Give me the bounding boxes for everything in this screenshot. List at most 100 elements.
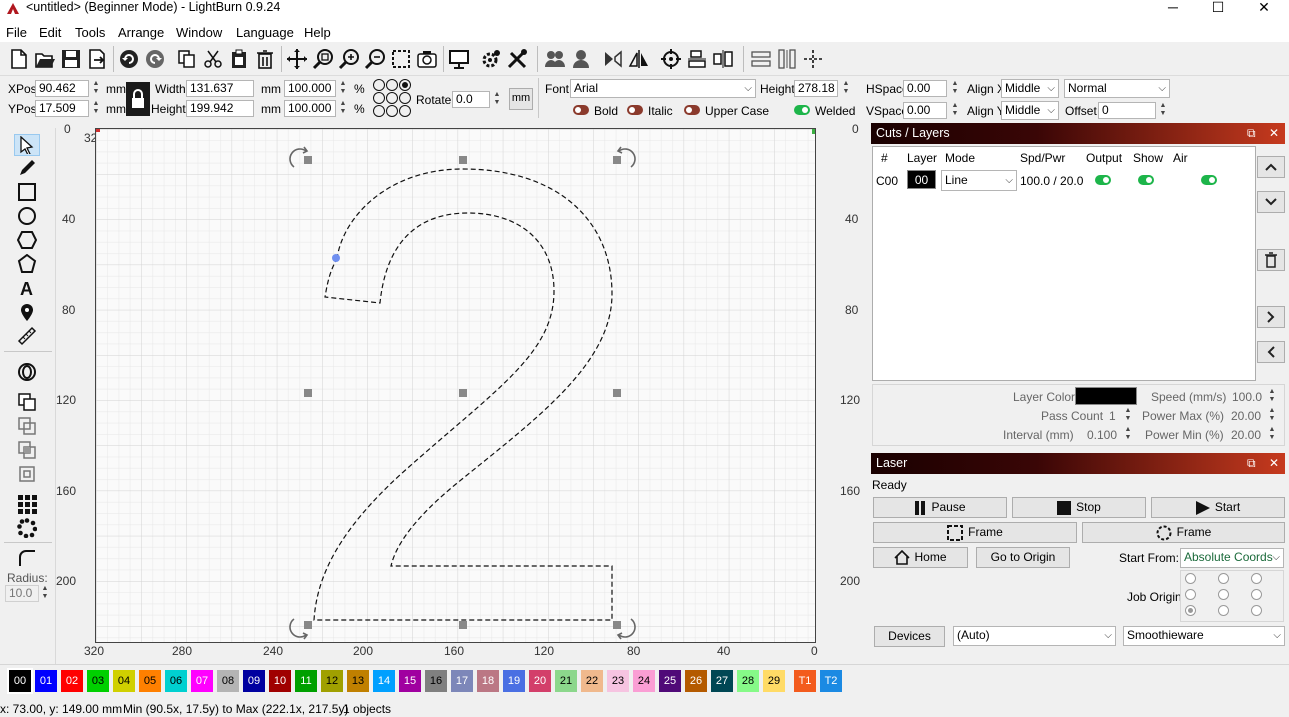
start-from-select[interactable]: Absolute Coords ⌵ [1180,548,1284,568]
move-layer-down-button[interactable] [1257,191,1285,213]
job-origin-radio[interactable] [1251,605,1262,616]
job-origin-radio[interactable] [1218,589,1229,600]
ungroup-icon[interactable] [568,46,594,72]
job-origin-radio[interactable] [1251,589,1262,600]
boolean-union-icon[interactable] [14,391,40,413]
palette-swatch-08[interactable]: 08 [217,670,239,692]
maximize-button[interactable]: ☐ [1195,0,1241,16]
layer-color-swatch[interactable] [1075,387,1137,405]
settings-gear-icon[interactable] [478,46,504,72]
home-button[interactable]: Home [873,547,968,568]
scale-height-spinner[interactable]: ▲ ▼ [337,100,349,117]
node-point[interactable] [332,254,340,262]
machine-settings-icon[interactable] [504,46,530,72]
go-to-origin-button[interactable]: Go to Origin [976,547,1070,568]
palette-swatch-17[interactable]: 17 [451,670,473,692]
cut-icon[interactable] [200,46,226,72]
delete-icon[interactable] [252,46,278,72]
measure-tool-icon[interactable] [14,325,40,347]
palette-swatch-23[interactable]: 23 [607,670,629,692]
palette-swatch-26[interactable]: 26 [685,670,707,692]
palette-swatch-09[interactable]: 09 [243,670,265,692]
menu-arrange[interactable]: Arrange [118,25,164,40]
ellipse-tool-icon[interactable] [14,205,40,227]
palette-swatch-07[interactable]: 07 [191,670,213,692]
grid-array-icon[interactable] [14,493,40,515]
job-origin-radio[interactable] [1218,605,1229,616]
paste-icon[interactable] [226,46,252,72]
offset-spinner[interactable]: ▲ ▼ [1157,102,1169,119]
circular-array-icon[interactable] [14,517,40,539]
rotate-spinner[interactable]: ▲ ▼ [491,91,503,108]
alignx-select[interactable]: Middle ⌵ [1001,79,1059,98]
rotate-field[interactable]: 0.0 [452,91,490,108]
job-origin-radio[interactable] [1251,573,1262,584]
layer-color-chip[interactable]: 00 [907,170,936,189]
power-max-spinner[interactable]: ▲ ▼ [1266,407,1278,424]
palette-swatch-10[interactable]: 10 [269,670,291,692]
radius-field[interactable]: 10.0 [5,585,39,602]
bold-toggle[interactable] [573,105,589,115]
stop-button[interactable]: Stop [1012,497,1146,518]
canvas-svg[interactable] [96,129,816,643]
pan-icon[interactable] [284,46,310,72]
speed-spinner[interactable]: ▲ ▼ [1266,388,1278,405]
boolean-subtract-icon[interactable] [14,415,40,437]
zoom-to-page-icon[interactable] [310,46,336,72]
width-field[interactable]: 131.637 [186,80,254,97]
layers-table[interactable]: # Layer Mode Spd/Pwr Output Show Air C00… [872,146,1256,381]
polygon-tool-icon[interactable] [14,229,40,251]
palette-swatch-00[interactable]: 00 [7,668,33,694]
pause-button[interactable]: Pause [873,497,1007,518]
frame-circle-button[interactable]: Frame [1082,522,1285,543]
layer-output-toggle[interactable] [1095,175,1111,185]
draw-lines-icon[interactable] [14,157,40,179]
close-panel-icon[interactable]: ✕ [1269,123,1279,144]
undo-icon[interactable] [116,46,142,72]
palette-swatch-15[interactable]: 15 [399,670,421,692]
palette-swatch-29[interactable]: 29 [763,670,785,692]
table-row[interactable]: C00 00 Line ⌵ 100.0 / 20.0 [873,168,1255,192]
device-select[interactable]: (Auto) ⌵ [953,626,1116,646]
palette-swatch-11[interactable]: 11 [295,670,317,692]
position-laser-icon[interactable] [14,301,40,323]
job-origin-radio[interactable] [1185,589,1196,600]
select-tool-icon[interactable] [14,134,40,156]
palette-swatch-28[interactable]: 28 [737,670,759,692]
flip-horizontal-icon[interactable] [600,46,626,72]
minimize-button[interactable]: ─ [1150,0,1196,16]
pentagon-tool-icon[interactable] [14,253,40,275]
weld-icon[interactable] [14,463,40,485]
aligny-select[interactable]: Middle ⌵ [1001,101,1059,120]
collapse-panel-button[interactable] [1257,341,1285,363]
close-panel-icon[interactable]: ✕ [1269,453,1279,474]
palette-swatch-06[interactable]: 06 [165,670,187,692]
align-center-icon[interactable] [684,46,710,72]
interval-spinner[interactable]: ▲ ▼ [1122,426,1134,443]
palette-swatch-24[interactable]: 24 [633,670,655,692]
boolean-intersect-icon[interactable] [14,439,40,461]
move-to-position-icon[interactable] [800,46,826,72]
frame-rect-button[interactable]: Frame [873,522,1077,543]
palette-swatch-T1[interactable]: T1 [794,670,816,692]
xpos-spinner[interactable]: ▲ ▼ [90,80,102,97]
mirror-icon[interactable] [626,46,652,72]
delete-layer-button[interactable] [1257,249,1285,271]
palette-swatch-19[interactable]: 19 [503,670,525,692]
job-origin-radio-selected[interactable] [1185,605,1196,616]
open-file-icon[interactable] [32,46,58,72]
palette-swatch-22[interactable]: 22 [581,670,603,692]
float-panel-icon[interactable]: ⧉ [1247,453,1256,474]
units-toggle-button[interactable]: mm [509,88,533,110]
layer-show-toggle[interactable] [1138,175,1154,185]
start-button[interactable]: Start [1151,497,1285,518]
scale-width-spinner[interactable]: ▲ ▼ [337,80,349,97]
welded-toggle[interactable] [794,105,810,115]
zoom-in-icon[interactable] [336,46,362,72]
distribute-h-icon[interactable] [748,46,774,72]
hspace-spinner[interactable]: ▲ ▼ [949,80,961,97]
ypos-spinner[interactable]: ▲ ▼ [90,100,102,117]
expand-panel-button[interactable] [1257,306,1285,328]
controller-select[interactable]: Smoothieware ⌵ [1123,626,1285,646]
vspace-field[interactable]: 0.00 [903,102,947,119]
